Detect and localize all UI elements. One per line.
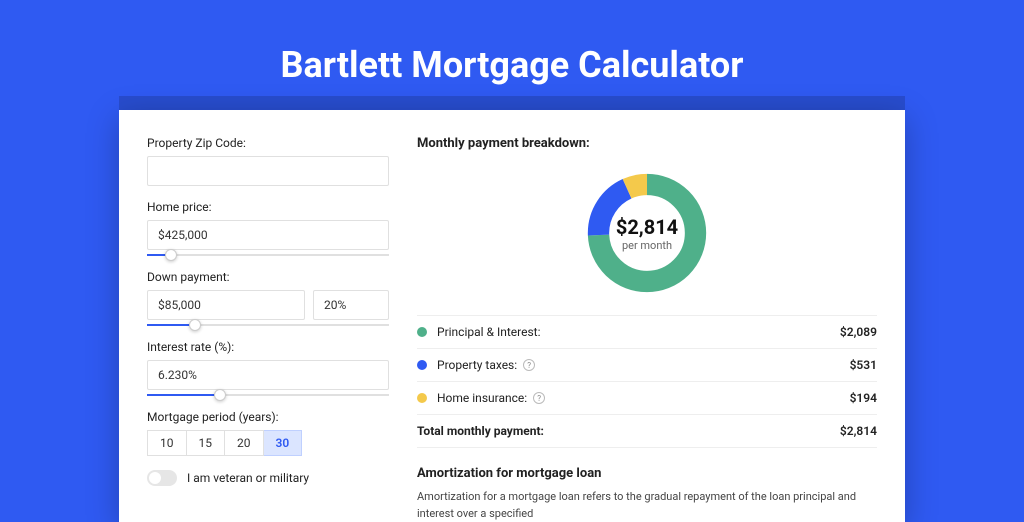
breakdown-panel: Monthly payment breakdown: $2,814 per mo… xyxy=(417,136,877,522)
legend-label: Home insurance: ? xyxy=(437,391,850,405)
legend-row-principal: Principal & Interest: $2,089 xyxy=(417,316,877,349)
down-payment-label: Down payment: xyxy=(147,270,389,284)
zip-field: Property Zip Code: xyxy=(147,136,389,186)
calculator-card: Property Zip Code: Home price: Down paym… xyxy=(119,110,905,522)
dot-icon xyxy=(417,360,427,370)
donut-chart: $2,814 per month xyxy=(583,169,711,297)
donut-center-value: $2,814 xyxy=(616,215,678,239)
home-price-field: Home price: xyxy=(147,200,389,256)
dot-icon xyxy=(417,393,427,403)
card-shadow xyxy=(119,96,905,110)
page-title: Bartlett Mortgage Calculator xyxy=(0,0,1024,110)
legend-value: $194 xyxy=(850,391,877,405)
period-30[interactable]: 30 xyxy=(264,430,303,456)
down-payment-slider[interactable] xyxy=(147,324,389,326)
dot-icon xyxy=(417,327,427,337)
legend: Principal & Interest: $2,089 Property ta… xyxy=(417,315,877,448)
legend-total-value: $2,814 xyxy=(840,424,877,438)
legend-row-total: Total monthly payment: $2,814 xyxy=(417,415,877,448)
period-group: 10 15 20 30 xyxy=(147,430,389,456)
donut-center-sub: per month xyxy=(622,239,672,252)
down-payment-pct-input[interactable] xyxy=(313,290,389,320)
zip-input[interactable] xyxy=(147,156,389,186)
legend-row-insurance: Home insurance: ? $194 xyxy=(417,382,877,415)
form-panel: Property Zip Code: Home price: Down paym… xyxy=(147,136,389,522)
legend-label: Principal & Interest: xyxy=(437,325,840,339)
down-payment-field: Down payment: xyxy=(147,270,389,326)
amortization-title: Amortization for mortgage loan xyxy=(417,466,877,481)
rate-field: Interest rate (%): xyxy=(147,340,389,396)
info-icon[interactable]: ? xyxy=(533,392,545,404)
home-price-label: Home price: xyxy=(147,200,389,214)
info-icon[interactable]: ? xyxy=(523,359,535,371)
legend-total-label: Total monthly payment: xyxy=(417,424,840,438)
legend-value: $531 xyxy=(850,358,877,372)
veteran-row: I am veteran or military xyxy=(147,470,389,486)
rate-slider[interactable] xyxy=(147,394,389,396)
legend-row-taxes: Property taxes: ? $531 xyxy=(417,349,877,382)
period-label: Mortgage period (years): xyxy=(147,410,389,424)
legend-value: $2,089 xyxy=(840,325,877,339)
period-20[interactable]: 20 xyxy=(225,430,264,456)
zip-label: Property Zip Code: xyxy=(147,136,389,150)
period-15[interactable]: 15 xyxy=(187,430,226,456)
veteran-toggle[interactable] xyxy=(147,470,177,486)
rate-input[interactable] xyxy=(147,360,389,390)
down-payment-input[interactable] xyxy=(147,290,305,320)
veteran-label: I am veteran or military xyxy=(187,471,309,485)
home-price-slider[interactable] xyxy=(147,254,389,256)
legend-label: Property taxes: ? xyxy=(437,358,850,372)
home-price-input[interactable] xyxy=(147,220,389,250)
breakdown-title: Monthly payment breakdown: xyxy=(417,136,877,151)
rate-label: Interest rate (%): xyxy=(147,340,389,354)
period-field: Mortgage period (years): 10 15 20 30 xyxy=(147,410,389,456)
donut-chart-wrap: $2,814 per month xyxy=(417,161,877,315)
amortization-text: Amortization for a mortgage loan refers … xyxy=(417,489,877,522)
period-10[interactable]: 10 xyxy=(147,430,187,456)
